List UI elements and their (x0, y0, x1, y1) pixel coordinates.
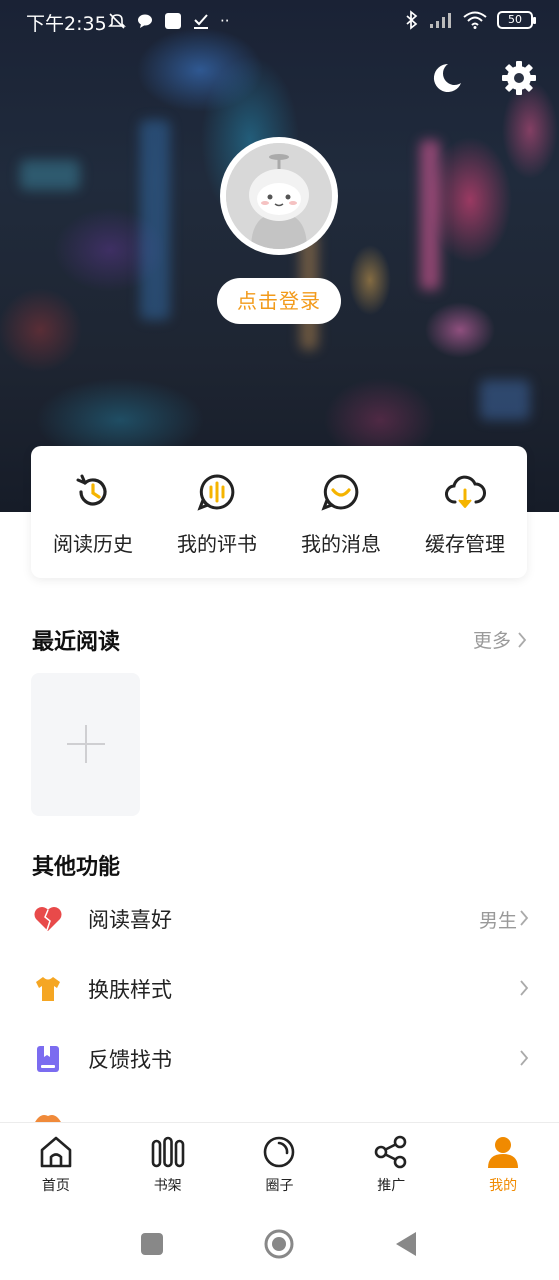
more-label: 更多 (472, 630, 511, 652)
mute-icon (108, 13, 126, 29)
cloud-download-icon (445, 475, 486, 508)
menu-item-reading-preference[interactable]: 阅读喜好 男生 (0, 889, 559, 949)
menu-item-label: 反馈找书 (88, 1048, 172, 1072)
system-navigation-bar (0, 1202, 559, 1280)
quick-action-my-reviews[interactable]: 我的评书 (155, 446, 279, 578)
chevron-right-icon (520, 910, 529, 926)
quick-action-my-messages[interactable]: 我的消息 (279, 446, 403, 578)
home-icon (40, 1136, 72, 1168)
share-icon (374, 1135, 407, 1169)
profile-header-background (0, 0, 559, 512)
quick-action-label: 缓存管理 (425, 532, 505, 556)
menu-item-value: 男生 (478, 910, 517, 932)
user-icon (488, 1137, 519, 1168)
recent-apps-icon[interactable] (141, 1233, 163, 1255)
chevron-right-icon (518, 631, 527, 648)
back-icon[interactable] (394, 1231, 418, 1257)
book-icon (37, 1046, 59, 1072)
menu-item-feedback-find-book[interactable]: 反馈找书 (0, 1029, 559, 1089)
audio-review-icon (197, 474, 235, 511)
home-button-icon[interactable] (264, 1229, 294, 1259)
system-status-icons: 50 (405, 10, 536, 30)
add-book-button[interactable] (31, 673, 140, 816)
login-button[interactable]: 点击登录 (217, 278, 341, 324)
circle-icon (264, 1136, 295, 1168)
nav-label: 我的 (489, 1178, 518, 1194)
avatar[interactable] (220, 137, 338, 255)
night-mode-icon[interactable] (426, 58, 466, 98)
nav-mine[interactable]: 我的 (447, 1123, 559, 1202)
heart-icon (34, 907, 62, 931)
nav-bookshelf[interactable]: 书架 (112, 1123, 224, 1202)
quick-action-reading-history[interactable]: 阅读历史 (31, 446, 155, 578)
status-time: 下午2:35 (26, 13, 107, 35)
app-icon (165, 13, 181, 29)
quick-action-label: 我的评书 (177, 532, 257, 556)
bluetooth-icon (406, 10, 418, 30)
signal-icon (430, 13, 451, 28)
quick-action-cache-management[interactable]: 缓存管理 (403, 446, 527, 578)
chat-icon (138, 14, 152, 28)
settings-icon[interactable] (499, 58, 539, 98)
menu-item-label: 换肤样式 (88, 978, 172, 1002)
quick-action-label: 我的消息 (301, 532, 381, 556)
history-icon (76, 474, 107, 506)
robot-avatar-icon (226, 143, 332, 249)
other-functions-title: 其他功能 (32, 854, 121, 880)
nav-home[interactable]: 首页 (0, 1123, 112, 1202)
menu-item-skin-style[interactable]: 换肤样式 (0, 959, 559, 1019)
quick-actions-card: 阅读历史 我的评书 我的消息 缓存管理 (31, 446, 527, 578)
wifi-icon (463, 11, 487, 29)
nav-label: 首页 (41, 1178, 70, 1194)
shirt-icon (36, 977, 60, 1001)
chevron-right-icon (520, 1050, 529, 1066)
message-icon (321, 474, 359, 511)
bookshelf-icon (151, 1136, 184, 1168)
battery-icon: 50 (497, 11, 536, 29)
recent-reading-title: 最近阅读 (32, 629, 121, 655)
more-notifications-icon: ·· (220, 12, 230, 30)
nav-promote[interactable]: 推广 (335, 1123, 447, 1202)
bottom-navigation: 首页 书架 圈子 推广 我的 (0, 1122, 559, 1202)
nav-label: 圈子 (265, 1178, 294, 1194)
status-bar: 下午2:35 ·· 50 (0, 0, 559, 44)
menu-item-label: 阅读喜好 (88, 908, 172, 932)
nav-label: 推广 (377, 1178, 406, 1194)
chevron-right-icon (520, 980, 529, 996)
quick-action-label: 阅读历史 (53, 532, 133, 556)
more-link[interactable]: 更多 (473, 626, 527, 653)
download-done-icon (194, 14, 208, 29)
notification-icons: ·· (108, 11, 230, 31)
nav-label: 书架 (153, 1178, 182, 1194)
nav-circle[interactable]: 圈子 (224, 1123, 336, 1202)
